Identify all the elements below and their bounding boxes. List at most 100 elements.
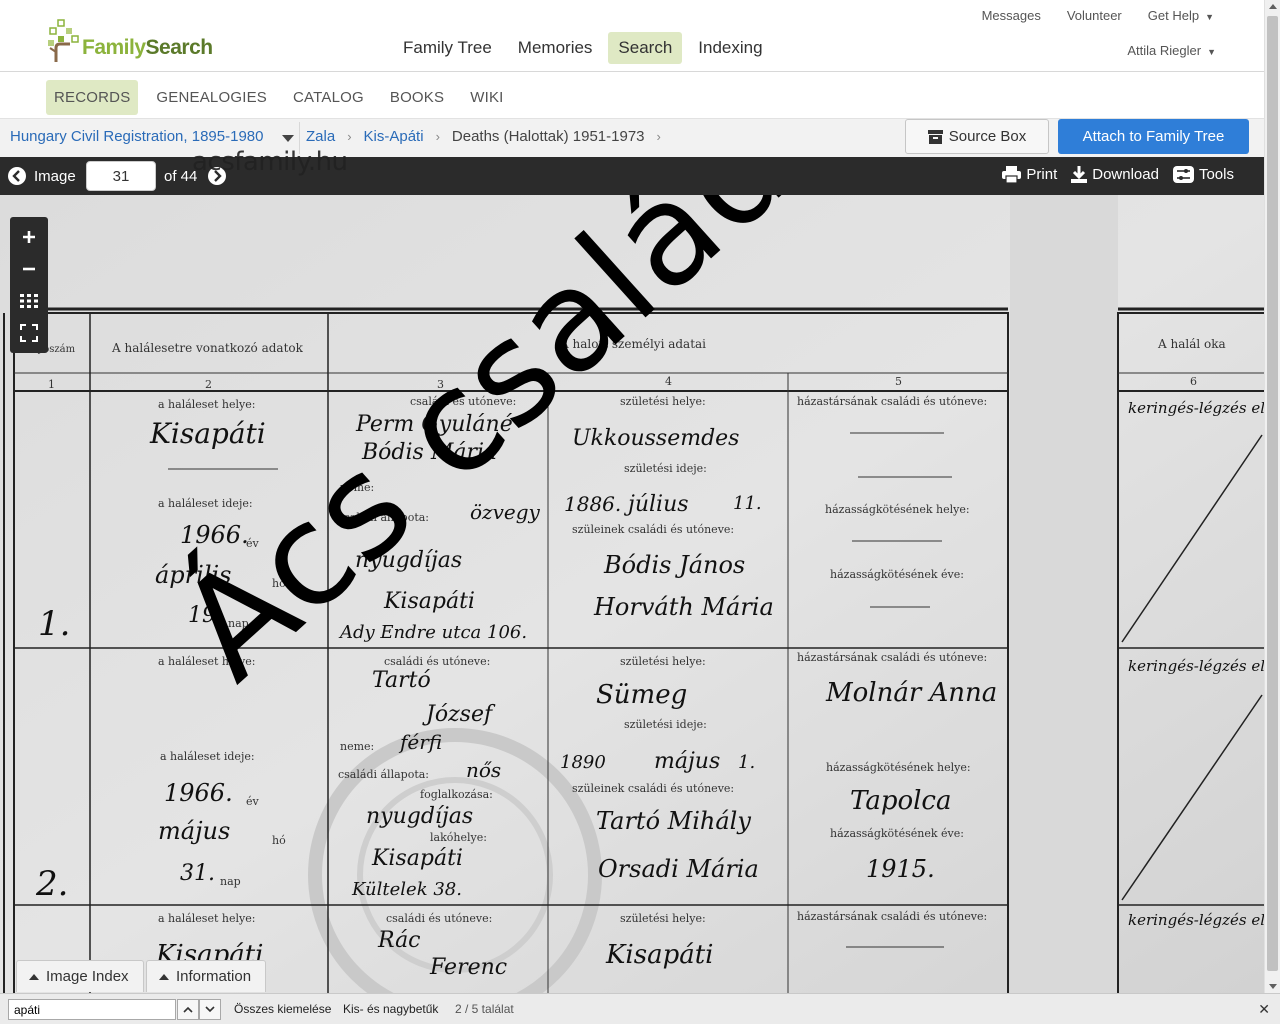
col-number: 4 [665,375,672,388]
messages-link[interactable]: Messages [982,8,1041,23]
label-ev: év [246,795,260,808]
source-box-button[interactable]: Source Box [905,119,1049,154]
breadcrumb-bar: Hungary Civil Registration, 1895-1980 Za… [0,119,1264,157]
subnav-wiki[interactable]: WIKI [462,80,511,115]
row2-month: május [158,817,230,845]
collection-title[interactable]: Hungary Civil Registration, 1895-1980 [10,128,263,145]
label-ho: hó [272,834,286,847]
nav-family-tree[interactable]: Family Tree [393,32,502,64]
user-menu[interactable]: Attila Riegler ▼ [1127,43,1216,58]
zoom-out-icon[interactable] [10,253,48,285]
image-index-tab[interactable]: Image Index [16,960,144,992]
collection-dropdown-icon[interactable] [276,127,298,149]
row1-number: 1. [38,604,70,644]
information-tab[interactable]: Information [146,960,266,992]
find-input[interactable] [8,999,176,1020]
subnav-catalog[interactable]: CATALOG [285,80,372,115]
image-number-input[interactable] [86,161,156,191]
zoom-in-icon[interactable] [10,221,48,253]
find-next-icon[interactable] [199,999,221,1020]
row2-status: nős [466,758,501,782]
match-case-option[interactable]: Kis- és nagybetűk [343,1002,438,1016]
image-index-label: Image Index [46,968,129,985]
label-szuletesi-helye: születési helye: [620,912,706,925]
print-label: Print [1026,166,1058,183]
tools-button[interactable]: Tools [1172,166,1234,183]
label-szuletesi-helye: születési helye: [620,655,706,668]
image-toolbar: Image of 44 Print Download [0,157,1264,195]
find-result-count: 2 / 5 találat [455,1002,514,1016]
chevron-right-icon[interactable]: › [657,129,661,144]
label-hazastars: házastársának családi és utóneve: [797,651,987,664]
row3-name1: Rác [377,928,421,953]
row1-birthday: 11. [733,493,762,514]
download-button[interactable]: Download [1071,166,1159,183]
nav-memories[interactable]: Memories [508,32,603,64]
attach-to-family-tree-button[interactable]: Attach to Family Tree [1058,119,1249,154]
row2-name2: József [422,702,496,727]
get-help-menu[interactable]: Get Help ▼ [1148,8,1214,23]
grid-view-icon[interactable] [10,285,48,317]
row1-birthyear: 1886. [564,492,621,516]
row2-spouse: Molnár Anna [825,678,997,708]
label-hazastars: házastársának családi és utóneve: [797,910,987,923]
highlight-all-option[interactable]: Összes kiemelése [234,1002,331,1016]
label-haleset-helye: a haláleset helye: [158,398,255,411]
scroll-down-icon[interactable] [1269,984,1277,989]
label-haleset-ideje: a haláleset ideje: [158,497,253,510]
nav-search[interactable]: Search [608,32,683,64]
site-header: FamilySearch Family Tree Memories Search… [0,0,1264,72]
label-szulei: szüleinek családi és utóneve: [572,523,734,536]
row2-name1: Tartó [372,668,431,693]
familysearch-logo[interactable]: FamilySearch [46,18,213,62]
previous-image-icon[interactable] [8,167,26,185]
row2-residence: Kisapáti [371,846,463,871]
browser-find-bar: Összes kiemelése Kis- és nagybetűk 2 / 5… [0,993,1280,1024]
printer-icon [1002,166,1022,183]
find-previous-icon[interactable] [177,999,199,1020]
row1-residence: Kisapáti [383,589,475,614]
page-scrollbar[interactable] [1264,0,1280,993]
label-hazassagkotes-helye: házasságkötésének helye: [826,761,971,774]
breadcrumb-zala[interactable]: Zala [306,128,335,145]
subnav-genealogies[interactable]: GENEALOGIES [148,80,275,115]
header-haleset: A halálesetre vonatkozó adatok [111,341,304,355]
row1-mother: Horváth Mária [593,593,774,621]
label-csaladi-utoneve: családi és utóneve: [386,912,492,925]
row2-birthday: 1. [738,752,755,773]
row1-birthplace: Ukkoussemdes [572,426,739,451]
image-viewer[interactable]: Folyószám A halálesetre vonatkozó adatok… [0,195,1264,993]
breadcrumb-kis-apati[interactable]: Kis-Apáti [364,128,424,145]
scrollbar-thumb[interactable] [1267,16,1278,971]
label-szuletesi-helye: születési helye: [620,395,706,408]
source-box-label: Source Box [948,128,1027,145]
volunteer-link[interactable]: Volunteer [1067,8,1122,23]
print-button[interactable]: Print [1002,166,1057,183]
row2-marriage-place: Tapolca [850,786,952,816]
scroll-up-icon[interactable] [1269,4,1277,9]
breadcrumb-deaths[interactable]: Deaths (Halottak) 1951-1973 [452,128,645,145]
get-help-label: Get Help [1147,8,1200,23]
close-icon[interactable]: ✕ [1258,1001,1270,1018]
caret-down-icon: ▼ [1205,12,1214,22]
fullscreen-icon[interactable] [10,317,48,349]
row2-number: 2. [35,864,68,904]
secondary-navigation: RECORDS GENEALOGIES CATALOG BOOKS WIKI [0,73,1264,119]
row2-birthyear: 1890 [560,752,606,773]
row1-street: Ady Endre utca 106. [338,622,527,643]
label-nap: nap [220,875,241,888]
row2-father: Tartó Mihály [596,807,751,835]
label-hazastars: házastársának családi és utóneve: [797,395,987,408]
row1-cause: keringés-légzés elégtelenség [1128,399,1264,417]
label-szulei: szüleinek családi és utóneve: [572,782,734,795]
caret-up-icon [29,973,39,980]
row2-year: 1966. [164,779,233,807]
nav-indexing[interactable]: Indexing [688,32,772,64]
label-hazassagkotes-eve: házasságkötésének éve: [830,827,964,840]
subnav-books[interactable]: BOOKS [382,80,452,115]
label-szuletesi-ideje: születési ideje: [624,718,707,731]
label-lakohelye: lakóhelye: [430,831,487,844]
row3-cause: keringés-légzés elégtelenség [1128,911,1264,929]
information-label: Information [176,968,252,985]
subnav-records[interactable]: RECORDS [46,80,139,115]
